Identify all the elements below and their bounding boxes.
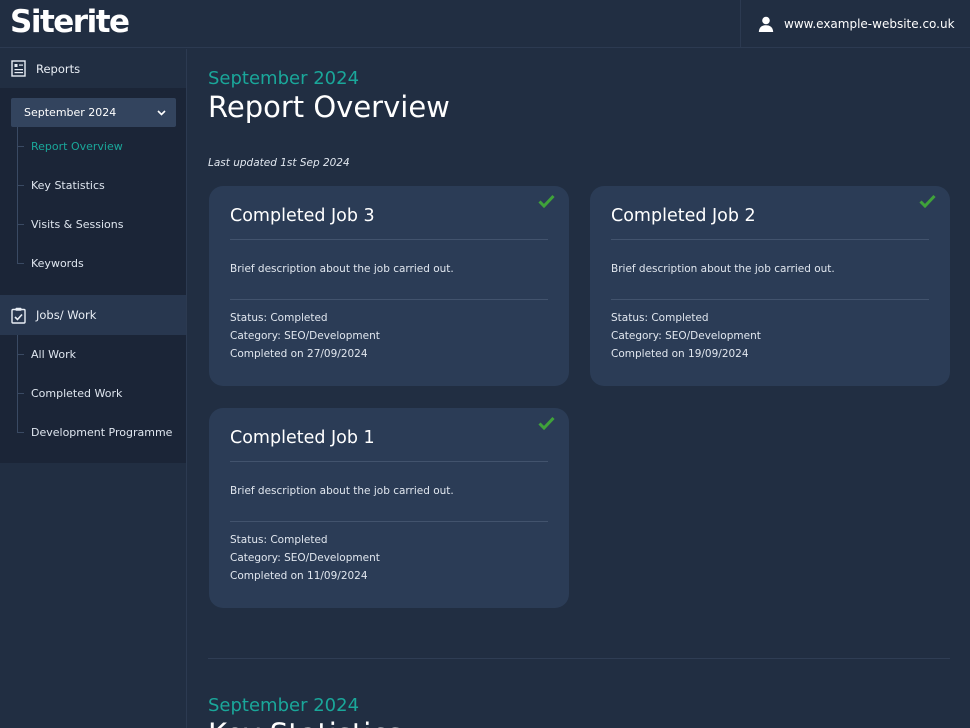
reports-submenu: September 2024 Report Overview Key Stati… [0,88,186,295]
job-completed-date: Completed on 27/09/2024 [230,348,368,360]
section-title: Key Statistics [208,717,402,728]
checkmark-icon [538,416,555,430]
job-description: Brief description about the job carried … [611,263,835,275]
sidebar-item-label: Reports [36,61,81,76]
main-content: September 2024 Report Overview Last upda… [188,49,970,728]
siterite-logo[interactable]: Siterite [10,4,130,40]
divider [230,239,548,240]
sidebar-item-all-work[interactable]: All Work [17,335,186,374]
job-category: Category: SEO/Development [611,330,761,342]
job-status: Status: Completed [230,534,328,546]
report-icon [11,60,26,77]
report-nav-list: Report Overview Key Statistics Visits & … [17,127,186,283]
sidebar-item-visits-sessions[interactable]: Visits & Sessions [17,205,186,244]
checkmark-icon [538,194,555,208]
sidebar-item-completed-work[interactable]: Completed Work [17,374,186,413]
period-select-value: September 2024 [24,106,117,119]
divider [230,521,548,522]
job-status: Status: Completed [611,312,709,324]
job-category: Category: SEO/Development [230,552,380,564]
sidebar-item-label: Jobs/ Work [36,308,97,322]
sidebar-item-keywords[interactable]: Keywords [17,244,186,283]
top-header: Siterite www.example-website.co.uk [0,0,970,48]
job-title: Completed Job 3 [230,206,375,226]
job-title: Completed Job 1 [230,428,375,448]
job-title: Completed Job 2 [611,206,756,226]
divider [230,299,548,300]
report-month: September 2024 [208,68,360,89]
job-card[interactable]: Completed Job 1 Brief description about … [209,408,569,608]
sidebar: Reports September 2024 Report Overview K… [0,49,187,728]
account-menu[interactable]: www.example-website.co.uk [740,0,970,48]
divider [611,239,929,240]
user-icon [758,16,774,32]
period-select[interactable]: September 2024 [11,98,176,127]
section-divider [208,658,950,659]
job-status: Status: Completed [230,312,328,324]
job-completed-date: Completed on 19/09/2024 [611,348,749,360]
job-description: Brief description about the job carried … [230,485,454,497]
job-card[interactable]: Completed Job 2 Brief description about … [590,186,950,386]
divider [611,299,929,300]
divider [230,461,548,462]
sidebar-item-report-overview[interactable]: Report Overview [17,127,186,166]
job-card[interactable]: Completed Job 3 Brief description about … [209,186,569,386]
jobs-nav-list: All Work Completed Work Development Prog… [17,335,186,452]
page-title: Report Overview [208,90,450,124]
job-description: Brief description about the job carried … [230,263,454,275]
sidebar-item-reports[interactable]: Reports [0,49,186,88]
clipboard-check-icon [11,307,26,324]
sidebar-item-jobs-work[interactable]: Jobs/ Work [0,295,186,335]
sidebar-item-key-statistics[interactable]: Key Statistics [17,166,186,205]
checkmark-icon [919,194,936,208]
job-category: Category: SEO/Development [230,330,380,342]
section-month: September 2024 [208,695,360,716]
chevron-down-icon [157,109,166,116]
sidebar-item-development-programme[interactable]: Development Programme [17,413,186,452]
job-completed-date: Completed on 11/09/2024 [230,570,368,582]
website-url: www.example-website.co.uk [784,17,955,31]
jobs-submenu: All Work Completed Work Development Prog… [0,335,186,463]
last-updated-text: Last updated 1st Sep 2024 [208,157,350,169]
